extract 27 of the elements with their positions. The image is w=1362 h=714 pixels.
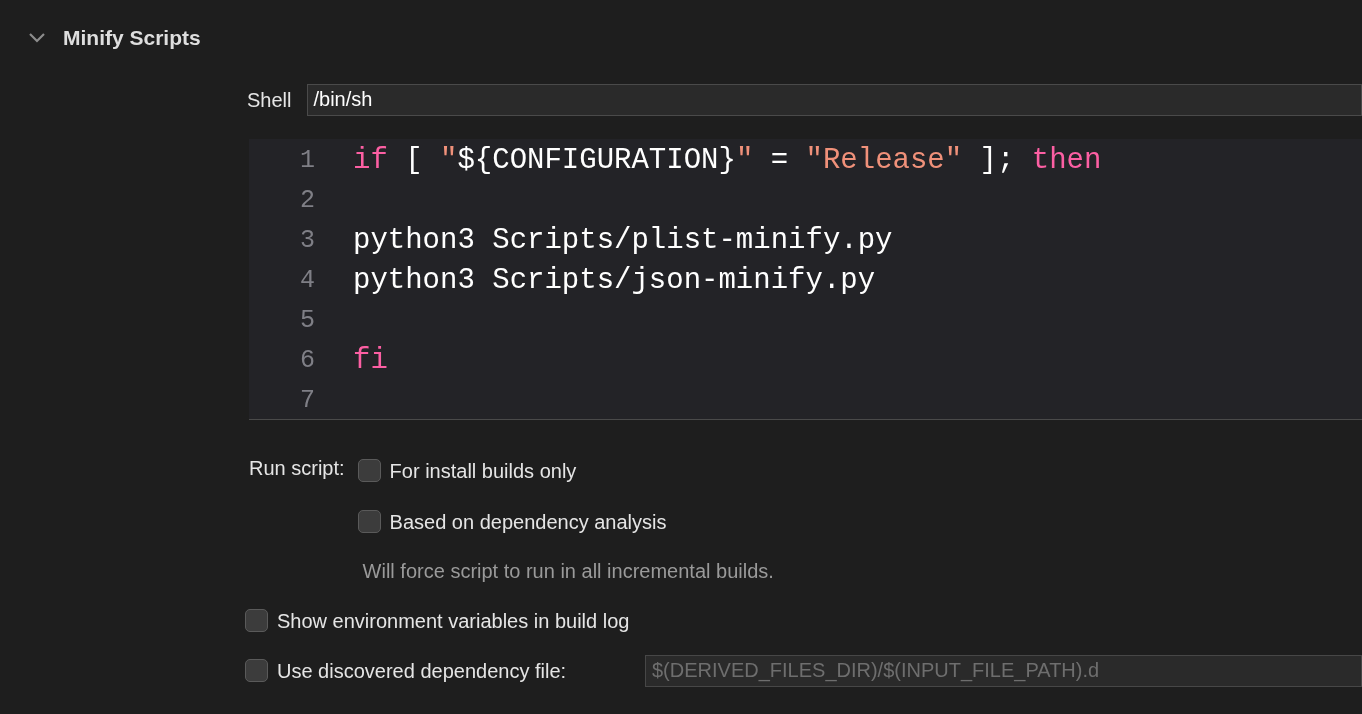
line-number: 1: [299, 144, 315, 177]
code-line: fi: [353, 342, 388, 379]
checkbox-label[interactable]: Based on dependency analysis: [389, 506, 667, 537]
shell-label: Shell: [247, 87, 292, 113]
section-title: Minify Scripts: [63, 25, 201, 51]
shell-field[interactable]: /bin/sh: [307, 83, 1362, 116]
checkbox-label[interactable]: Use discovered dependency file:: [277, 655, 567, 686]
checkbox[interactable]: [245, 609, 268, 632]
dependency-file-field[interactable]: $(DERIVED_FILES_DIR)/$(INPUT_FILE_PATH).d: [645, 654, 1362, 687]
line-number: 2: [299, 184, 315, 217]
note-text: Will force script to run in all incremental builds.: [361, 558, 774, 584]
code-line: python3 Scripts/json-minify.py: [353, 262, 876, 299]
code-line: python3 Scripts/plist-minify.py: [353, 222, 893, 259]
line-number: 5: [299, 304, 315, 337]
line-number: 4: [299, 264, 315, 297]
checkbox-label[interactable]: Show environment variables in build log: [277, 605, 630, 636]
code-line: if [ "${CONFIGURATION}" = "Release" ]; then: [353, 142, 1102, 179]
script-editor[interactable]: 1 if [ "${CONFIGURATION}" = "Release" ]; then 2 3 python3 Scripts/plist-minify.py 4 python3 Scripts/json-minify.py 5 6 fi 7: [249, 138, 1362, 420]
checkbox[interactable]: [357, 459, 381, 482]
run-script-label: Run script:: [249, 456, 345, 480]
checkbox[interactable]: [245, 659, 268, 682]
line-number: 3: [299, 224, 315, 257]
line-number: 6: [299, 344, 315, 377]
checkbox-label[interactable]: For install builds only: [389, 455, 577, 486]
line-number: 7: [299, 384, 315, 417]
chevron-icon[interactable]: [28, 31, 46, 44]
checkbox[interactable]: [357, 510, 381, 533]
